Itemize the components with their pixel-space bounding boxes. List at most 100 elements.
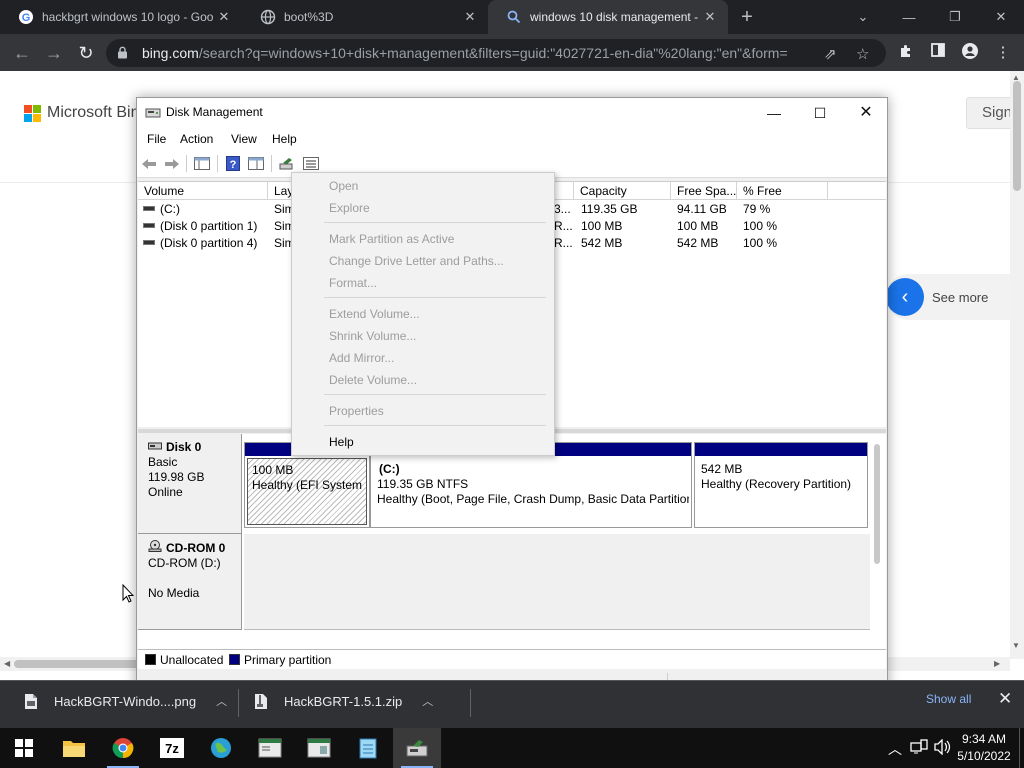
tab-disk-management[interactable]: windows 10 disk management - ✕ — [488, 0, 728, 34]
extensions-icon[interactable] — [896, 43, 916, 63]
column-header-volume[interactable]: Volume — [138, 182, 268, 200]
menu-item-delete-volume[interactable]: Delete Volume... — [329, 373, 417, 387]
download-separator — [470, 689, 471, 717]
column-header-free-space[interactable]: Free Spa... — [671, 182, 737, 200]
menu-item-add-mirror[interactable]: Add Mirror... — [329, 351, 394, 365]
menu-item-extend-volume[interactable]: Extend Volume... — [329, 307, 420, 321]
menu-action[interactable]: Action — [180, 132, 213, 146]
new-tab-button[interactable]: + — [736, 6, 758, 28]
window-title-bar[interactable]: Disk Management — ☐ ✕ — [137, 98, 887, 128]
disk-view-scrollbar[interactable] — [874, 444, 880, 564]
chrome-button[interactable] — [99, 728, 147, 768]
chevron-up-icon[interactable]: ︿ — [422, 693, 433, 709]
back-arrow-icon[interactable] — [140, 155, 158, 172]
lock-icon — [117, 46, 128, 62]
scroll-thumb[interactable] — [1013, 81, 1021, 191]
forward-arrow-icon[interactable] — [163, 155, 181, 172]
disk-0-info[interactable]: Disk 0 Basic 119.98 GB Online — [138, 434, 242, 534]
cdrom-area[interactable] — [244, 534, 870, 630]
forward-button[interactable]: → — [42, 41, 66, 65]
bing-logo[interactable]: Microsoft Bing — [24, 104, 148, 122]
reload-button[interactable]: ↻ — [74, 41, 98, 65]
menu-view[interactable]: View — [231, 132, 257, 146]
menu-item-change-drive-letter[interactable]: Change Drive Letter and Paths... — [329, 254, 504, 268]
bing-logo-text: Microsoft Bing — [47, 104, 149, 121]
cdrom-0-info[interactable]: CD-ROM 0 CD-ROM (D:) No Media — [138, 534, 242, 630]
clock-date: 5/10/2022 — [957, 749, 1011, 763]
scroll-right-icon[interactable]: ▶ — [994, 659, 1000, 668]
back-button[interactable]: ← — [10, 41, 34, 65]
profile-icon[interactable] — [960, 43, 980, 63]
menu-help[interactable]: Help — [272, 132, 297, 146]
chevron-up-icon[interactable]: ︿ — [216, 693, 227, 709]
show-hidden-icons-chevron-icon[interactable]: ︿ — [888, 739, 902, 759]
list-view-icon[interactable] — [302, 155, 320, 172]
table-row[interactable]: (C:) — [143, 201, 265, 218]
help-icon[interactable]: ? — [224, 155, 242, 172]
file-explorer-button[interactable] — [50, 728, 98, 768]
menu-separator — [324, 297, 546, 298]
side-panel-icon[interactable] — [928, 43, 948, 63]
disk-size: 119.98 GB — [148, 470, 205, 484]
clock[interactable]: 9:34 AM 5/10/2022 — [950, 731, 1018, 765]
download-item-zip[interactable]: HackBGRT-1.5.1.zip ︿ — [254, 681, 433, 721]
menu-item-help[interactable]: Help — [329, 435, 354, 449]
7zip-button[interactable]: 7z — [148, 728, 196, 768]
kebab-menu-icon[interactable]: ⋮ — [993, 43, 1013, 63]
show-desktop-button[interactable] — [1019, 728, 1024, 768]
dm-close-button[interactable]: ✕ — [843, 98, 889, 128]
browser-tab-strip: G hackbgrt windows 10 logo - Goo ✕ boot%… — [0, 0, 1024, 34]
network-app-button[interactable] — [197, 728, 245, 768]
tab-hackbgrt[interactable]: G hackbgrt windows 10 logo - Goo ✕ — [0, 0, 242, 34]
share-icon[interactable]: ⇗ — [824, 45, 837, 63]
connect-disk-icon[interactable] — [278, 155, 296, 172]
close-tab-icon[interactable]: ✕ — [216, 9, 232, 25]
menu-item-properties[interactable]: Properties — [329, 404, 384, 418]
app-window-button[interactable] — [246, 728, 294, 768]
sign-in-button[interactable]: Sign — [966, 97, 1014, 129]
close-downloads-icon[interactable]: ✕ — [998, 689, 1012, 709]
see-more-button[interactable]: ‹ See more — [886, 274, 1010, 320]
scroll-left-icon[interactable]: ◀ — [4, 659, 10, 668]
tab-search-chevron-icon[interactable]: ⌄ — [840, 0, 886, 34]
menu-item-shrink-volume[interactable]: Shrink Volume... — [329, 329, 416, 343]
show-all-downloads-link[interactable]: Show all — [926, 692, 971, 706]
download-item-png[interactable]: HackBGRT-Windo....png ︿ — [24, 681, 227, 721]
dm-maximize-button[interactable]: ☐ — [797, 98, 843, 128]
column-header-capacity[interactable]: Capacity — [574, 182, 671, 200]
menu-item-open[interactable]: Open — [329, 179, 358, 193]
close-window-button[interactable]: ✕ — [978, 0, 1024, 34]
bookmark-star-icon[interactable]: ☆ — [856, 45, 869, 63]
notepad-button[interactable] — [344, 728, 392, 768]
page-vertical-scrollbar[interactable]: ▲ ▼ — [1010, 71, 1024, 659]
app-window-button-2[interactable] — [295, 728, 343, 768]
close-tab-icon[interactable]: ✕ — [462, 9, 478, 25]
menu-file[interactable]: File — [147, 132, 166, 146]
menu-item-format[interactable]: Format... — [329, 276, 377, 290]
start-button[interactable] — [0, 728, 48, 768]
disk-management-taskbar-button[interactable] — [393, 728, 441, 768]
restore-button[interactable]: ❐ — [932, 0, 978, 34]
scroll-down-icon[interactable]: ▼ — [1012, 641, 1020, 650]
menu-item-explore[interactable]: Explore — [329, 201, 370, 215]
download-separator — [238, 689, 239, 717]
menu-separator — [324, 394, 546, 395]
partition-recovery[interactable]: 542 MB Healthy (Recovery Partition) — [694, 442, 868, 528]
network-icon[interactable] — [910, 739, 928, 758]
tab-boot[interactable]: boot%3D ✕ — [242, 0, 488, 34]
microsoft-logo-icon — [24, 104, 41, 122]
partition-size: 542 MB — [701, 462, 743, 476]
chevron-left-icon: ‹ — [886, 278, 924, 316]
legend-primary-partition: Primary partition — [244, 653, 332, 667]
console-tree-icon[interactable] — [193, 155, 211, 172]
properties-pane-icon[interactable] — [247, 155, 265, 172]
column-header-percent-free[interactable]: % Free — [737, 182, 828, 200]
table-row[interactable]: (Disk 0 partition 4) — [143, 235, 265, 252]
minimize-button[interactable]: — — [886, 0, 932, 34]
close-tab-icon[interactable]: ✕ — [702, 9, 718, 25]
menu-item-mark-active[interactable]: Mark Partition as Active — [329, 232, 454, 246]
table-row[interactable]: (Disk 0 partition 1) — [143, 218, 265, 235]
dm-minimize-button[interactable]: — — [751, 98, 797, 128]
download-filename: HackBGRT-1.5.1.zip — [284, 693, 403, 709]
address-bar[interactable]: bing.com/search?q=windows+10+disk+manage… — [106, 39, 886, 67]
